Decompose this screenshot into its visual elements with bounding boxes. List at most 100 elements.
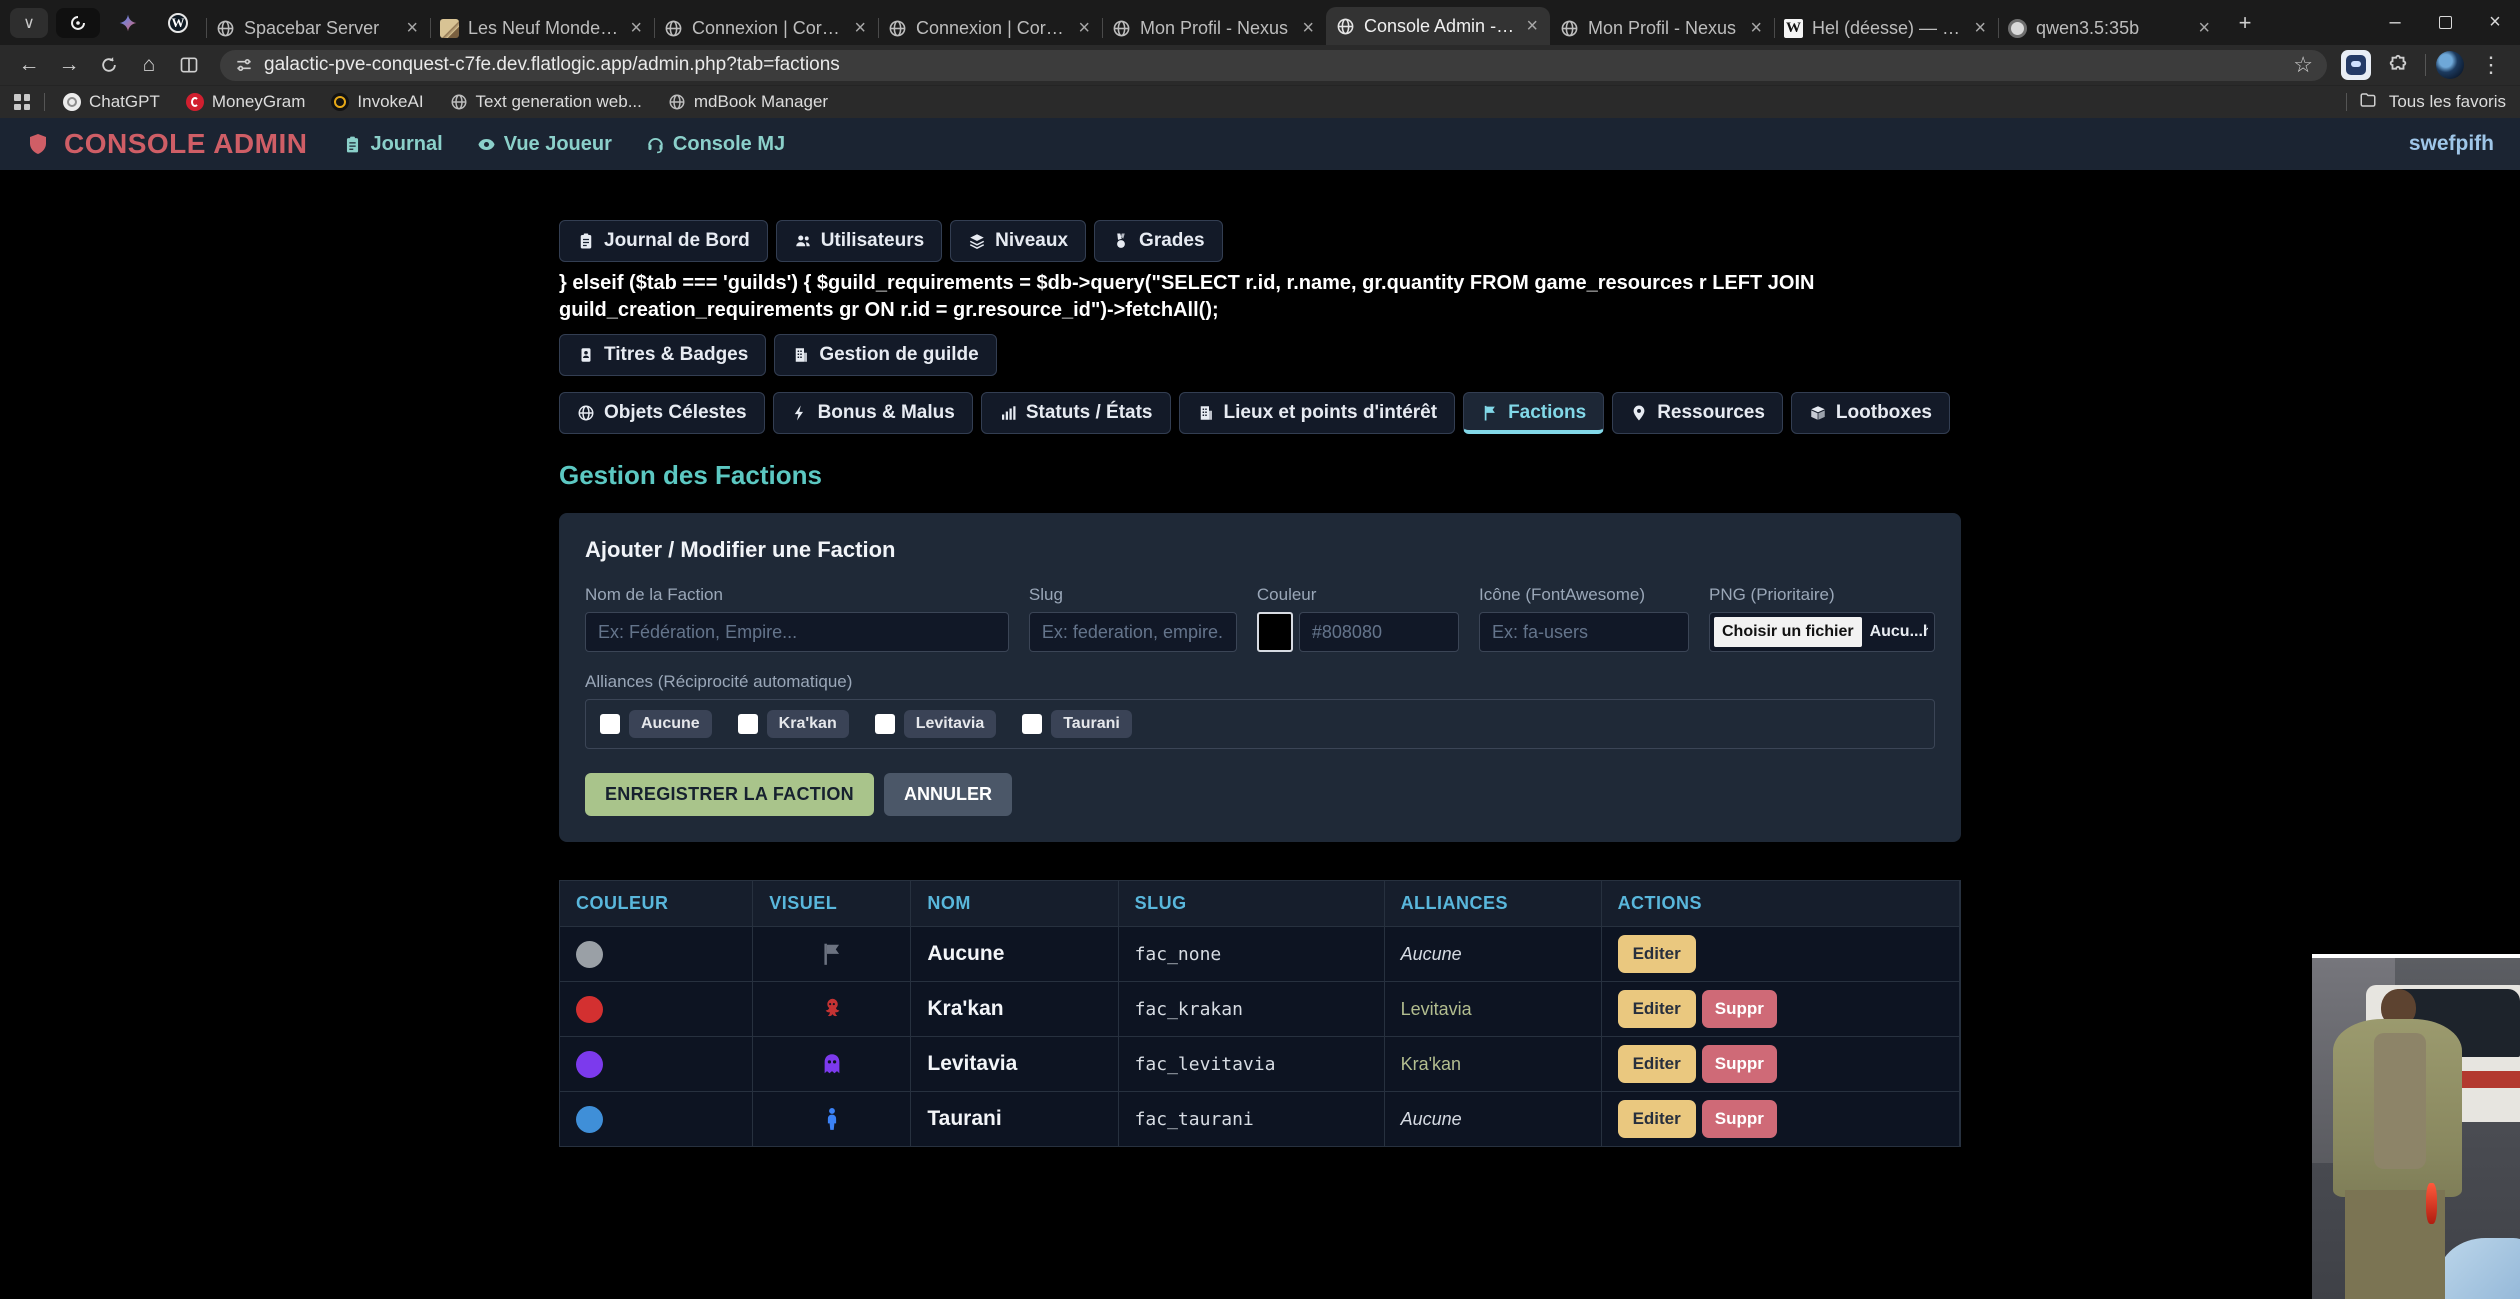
delete-button[interactable]: Suppr bbox=[1702, 990, 1777, 1028]
bookmark-star-icon[interactable]: ☆ bbox=[2289, 52, 2317, 78]
delete-button[interactable]: Suppr bbox=[1702, 1100, 1777, 1138]
tab-utilisateurs[interactable]: Utilisateurs bbox=[776, 220, 942, 262]
bookmark-item[interactable]: Text generation web... bbox=[442, 92, 650, 112]
nav-console-mj[interactable]: Console MJ bbox=[646, 133, 785, 156]
edit-button[interactable]: Editer bbox=[1618, 990, 1696, 1028]
tab-ressources[interactable]: Ressources bbox=[1612, 392, 1783, 434]
bookmark-item[interactable]: InvokeAI bbox=[323, 92, 431, 112]
bookmark-item[interactable]: mdBook Manager bbox=[660, 92, 836, 112]
faction-slug-input[interactable] bbox=[1029, 612, 1237, 652]
tab-title: Mon Profil - Nexus bbox=[1588, 18, 1739, 39]
edit-button[interactable]: Editer bbox=[1618, 1045, 1696, 1083]
browser-tab[interactable]: W Hel (déesse) — Wikipédia × bbox=[1774, 11, 1998, 45]
form-fields: Nom de la Faction Slug Couleur Icône (Fo… bbox=[585, 585, 1935, 652]
bookmark-label: InvokeAI bbox=[357, 92, 423, 112]
faction-alliances: Levitavia bbox=[1385, 982, 1602, 1036]
browser-tab[interactable]: Les Neuf Mondes de la Mythol × bbox=[430, 11, 654, 45]
checkbox[interactable] bbox=[600, 714, 620, 734]
file-input[interactable]: Choisir un fichier Aucu...hoisi bbox=[1709, 612, 1935, 652]
php-code-fragment: } elseif ($tab === 'guilds') { $guild_re… bbox=[559, 270, 1961, 324]
tab-bonus-malus[interactable]: Bonus & Malus bbox=[773, 392, 973, 434]
headset-icon bbox=[646, 135, 665, 154]
checkbox[interactable] bbox=[1022, 714, 1042, 734]
pinned-tab-spacebar[interactable] bbox=[56, 8, 100, 38]
globe-icon bbox=[577, 404, 595, 422]
color-swatch[interactable] bbox=[1257, 612, 1293, 652]
tab-journal-de-bord[interactable]: Journal de Bord bbox=[559, 220, 768, 262]
close-window-button[interactable]: × bbox=[2470, 0, 2520, 45]
browser-tab-active[interactable]: Console Admin - Nexus × bbox=[1326, 7, 1550, 45]
browser-tab[interactable]: Connexion | Corvara × bbox=[654, 11, 878, 45]
faction-slug: fac_none bbox=[1119, 927, 1385, 981]
home-button[interactable]: ⌂ bbox=[132, 49, 166, 81]
close-icon[interactable]: × bbox=[1076, 17, 1092, 40]
close-icon[interactable]: × bbox=[628, 17, 644, 40]
browser-tab[interactable]: Spacebar Server × bbox=[206, 11, 430, 45]
apps-grid-icon[interactable] bbox=[14, 94, 30, 110]
all-favorites-button[interactable]: Tous les favoris bbox=[2346, 91, 2506, 114]
pinned-tab-wordpress[interactable]: W bbox=[156, 8, 200, 38]
all-favorites-label: Tous les favoris bbox=[2389, 92, 2506, 112]
tab-gestion-guilde[interactable]: Gestion de guilde bbox=[774, 334, 996, 376]
tab-factions-active[interactable]: Factions bbox=[1463, 392, 1604, 434]
choose-file-button[interactable]: Choisir un fichier bbox=[1714, 617, 1862, 647]
close-icon[interactable]: × bbox=[852, 17, 868, 40]
cancel-button[interactable]: ANNULER bbox=[884, 773, 1012, 816]
building-icon bbox=[1197, 404, 1215, 422]
tab-lieux-poi[interactable]: Lieux et points d'intérêt bbox=[1179, 392, 1456, 434]
save-faction-button[interactable]: ENREGISTRER LA FACTION bbox=[585, 773, 874, 816]
close-icon[interactable]: × bbox=[1972, 17, 1988, 40]
color-hex-input[interactable] bbox=[1299, 612, 1459, 652]
tab-titres-badges[interactable]: Titres & Badges bbox=[559, 334, 766, 376]
minimize-button[interactable]: – bbox=[2370, 0, 2420, 45]
delete-button[interactable]: Suppr bbox=[1702, 1045, 1777, 1083]
forward-button[interactable]: → bbox=[52, 49, 86, 81]
maximize-button[interactable] bbox=[2420, 0, 2470, 45]
checkbox[interactable] bbox=[875, 714, 895, 734]
refresh-button[interactable] bbox=[92, 49, 126, 81]
clipboard-icon bbox=[343, 135, 362, 154]
profile-avatar[interactable] bbox=[2436, 51, 2464, 79]
browser-tab[interactable]: Mon Profil - Nexus × bbox=[1550, 11, 1774, 45]
close-icon[interactable]: × bbox=[404, 17, 420, 40]
close-icon[interactable]: × bbox=[1524, 15, 1540, 38]
edit-button[interactable]: Editer bbox=[1618, 1100, 1696, 1138]
address-bar[interactable]: galactic-pve-conquest-c7fe.dev.flatlogic… bbox=[220, 50, 2327, 81]
close-icon[interactable]: × bbox=[1748, 17, 1764, 40]
split-screen-button[interactable] bbox=[172, 49, 206, 81]
back-button[interactable]: ← bbox=[12, 49, 46, 81]
edit-button[interactable]: Editer bbox=[1618, 935, 1696, 973]
close-icon[interactable]: × bbox=[1300, 17, 1316, 40]
form-actions: ENREGISTRER LA FACTION ANNULER bbox=[585, 773, 1935, 816]
extensions-menu-button[interactable] bbox=[2381, 49, 2415, 81]
tab-grades[interactable]: Grades bbox=[1094, 220, 1222, 262]
new-tab-button[interactable]: + bbox=[2228, 8, 2262, 38]
chatgpt-icon bbox=[63, 93, 81, 111]
bookmark-item[interactable]: MoneyGram bbox=[178, 92, 314, 112]
browser-tab[interactable]: Connexion | Corvara × bbox=[878, 11, 1102, 45]
site-title: CONSOLE ADMIN bbox=[64, 128, 307, 160]
tab-objets-celestes[interactable]: Objets Célestes bbox=[559, 392, 765, 434]
pinned-tab-gemini[interactable] bbox=[106, 8, 150, 38]
globe-icon bbox=[450, 93, 468, 111]
browser-tab[interactable]: Mon Profil - Nexus × bbox=[1102, 11, 1326, 45]
faction-icon-input[interactable] bbox=[1479, 612, 1689, 652]
browser-tab[interactable]: qwen3.5:35b × bbox=[1998, 11, 2222, 45]
browser-menu-button[interactable]: ⋮ bbox=[2474, 52, 2508, 78]
tab-search-button[interactable]: ∨ bbox=[10, 8, 48, 38]
tab-lootboxes[interactable]: Lootboxes bbox=[1791, 392, 1950, 434]
tab-statuts-etats[interactable]: Statuts / États bbox=[981, 392, 1171, 434]
nav-journal[interactable]: Journal bbox=[343, 133, 442, 156]
faction-slug: fac_taurani bbox=[1119, 1092, 1385, 1146]
field-icone: Icône (FontAwesome) bbox=[1479, 585, 1689, 652]
close-icon[interactable]: × bbox=[2196, 17, 2212, 40]
bookmark-item[interactable]: ChatGPT bbox=[55, 92, 168, 112]
url-text[interactable]: galactic-pve-conquest-c7fe.dev.flatlogic… bbox=[264, 54, 2289, 76]
tab-niveaux[interactable]: Niveaux bbox=[950, 220, 1086, 262]
extension-button[interactable] bbox=[2341, 50, 2371, 80]
site-info-icon[interactable] bbox=[234, 55, 254, 75]
faction-name-input[interactable] bbox=[585, 612, 1009, 652]
nav-vue-joueur[interactable]: Vue Joueur bbox=[477, 133, 612, 156]
pip-video[interactable] bbox=[2312, 954, 2520, 1299]
checkbox[interactable] bbox=[738, 714, 758, 734]
